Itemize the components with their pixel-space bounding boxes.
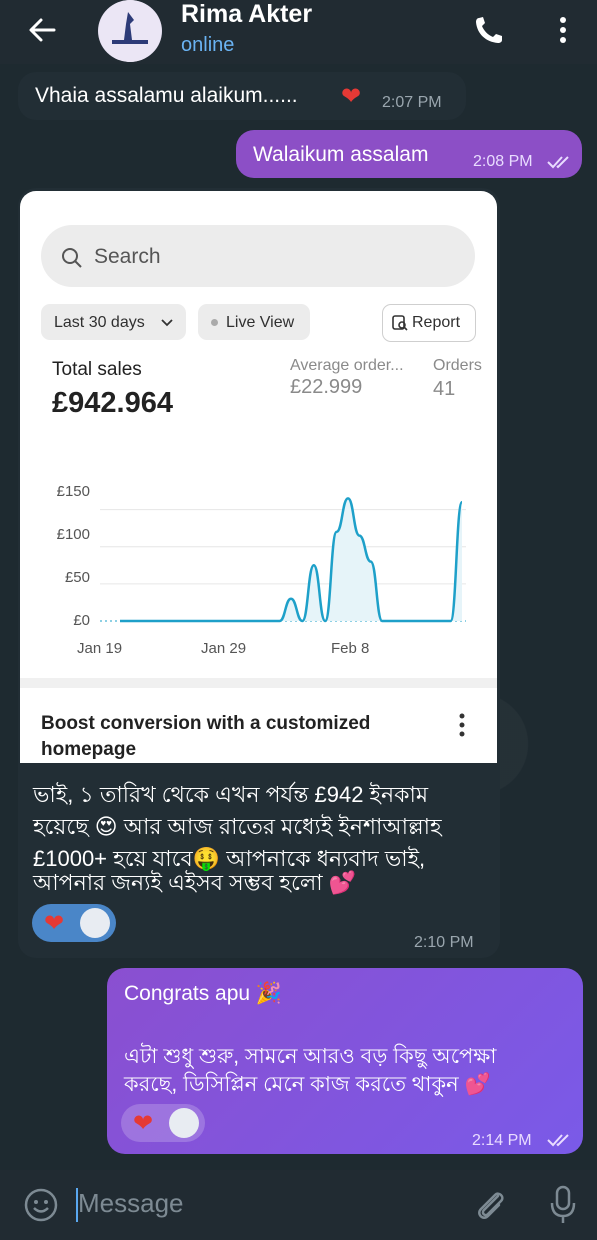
- y-tick: £0: [73, 612, 90, 629]
- y-tick: £100: [56, 526, 90, 543]
- message-time: 2:14 PM: [472, 1132, 532, 1149]
- heart-reaction-icon: ❤: [44, 910, 65, 937]
- divider: [20, 678, 497, 688]
- emoji-icon[interactable]: [22, 1186, 60, 1224]
- phone-icon[interactable]: [470, 12, 510, 48]
- heart-reaction-icon: ❤: [133, 1110, 154, 1137]
- reactions[interactable]: ❤: [32, 904, 116, 942]
- more-vertical-icon: [459, 713, 465, 737]
- search-placeholder: Search: [94, 245, 161, 268]
- avg-order-label: Average order...: [290, 357, 404, 374]
- x-tick: Jan 29: [201, 640, 247, 657]
- heart-emoji-icon: ❤: [341, 83, 362, 110]
- avg-order-value: £22.999: [290, 376, 363, 398]
- sales-line-chart: [100, 497, 466, 623]
- date-range-pill: Last 30 days: [41, 304, 186, 340]
- total-sales-value: £942.964: [52, 387, 173, 419]
- shared-screenshot[interactable]: Search Last 30 days Live View Report Tot…: [20, 191, 497, 763]
- total-sales-label: Total sales: [52, 359, 142, 380]
- x-tick: Feb 8: [331, 640, 370, 657]
- back-arrow-icon[interactable]: [24, 12, 60, 48]
- read-ticks-icon: [547, 1134, 569, 1147]
- series-area: [120, 498, 462, 621]
- message-time: 2:08 PM: [473, 153, 533, 170]
- reactor-avatar: [80, 908, 110, 938]
- search-icon: [62, 248, 82, 268]
- reactor-avatar: [169, 1108, 199, 1138]
- x-tick: Jan 19: [77, 640, 123, 657]
- y-tick: £150: [56, 483, 90, 500]
- message-time: 2:10 PM: [414, 934, 474, 951]
- chat-header: Rima Akter online: [0, 0, 597, 64]
- report-button: Report: [382, 304, 476, 342]
- more-vertical-icon[interactable]: [550, 12, 576, 48]
- message-text: Vhaia assalamu alaikum......: [35, 84, 298, 107]
- message-time: 2:07 PM: [382, 94, 442, 111]
- avatar[interactable]: [98, 0, 162, 62]
- message-text-line: আপনার জন্যই এইসব সম্ভব হলো 💕: [33, 870, 357, 895]
- live-view-label: Live View: [226, 314, 295, 331]
- contact-name: Rima Akter: [181, 0, 313, 28]
- live-dot-icon: [211, 319, 218, 326]
- read-ticks-icon: [547, 156, 569, 169]
- report-icon: [392, 315, 408, 331]
- y-tick: £50: [64, 569, 90, 586]
- message-text: Walaikum assalam: [253, 143, 429, 166]
- orders-label: Orders: [433, 357, 482, 374]
- orders-value: 41: [433, 378, 456, 400]
- boost-conversion-text: Boost conversion with a customized homep…: [41, 713, 371, 760]
- message-input[interactable]: Message: [78, 1188, 184, 1219]
- chevron-down-icon: [161, 319, 173, 327]
- message-text-line: Congrats apu 🎉: [124, 982, 283, 1005]
- live-view-pill: Live View: [198, 304, 310, 340]
- message-text-line: করছে, ডিসিপ্লিন মেনে কাজ করতে থাকুন 💕: [124, 1073, 491, 1096]
- report-label: Report: [412, 314, 461, 331]
- microphone-icon[interactable]: [546, 1184, 580, 1226]
- reactions[interactable]: ❤: [121, 1104, 205, 1142]
- attach-icon[interactable]: [472, 1186, 508, 1224]
- date-range-label: Last 30 days: [54, 314, 145, 331]
- contact-status: online: [181, 34, 235, 56]
